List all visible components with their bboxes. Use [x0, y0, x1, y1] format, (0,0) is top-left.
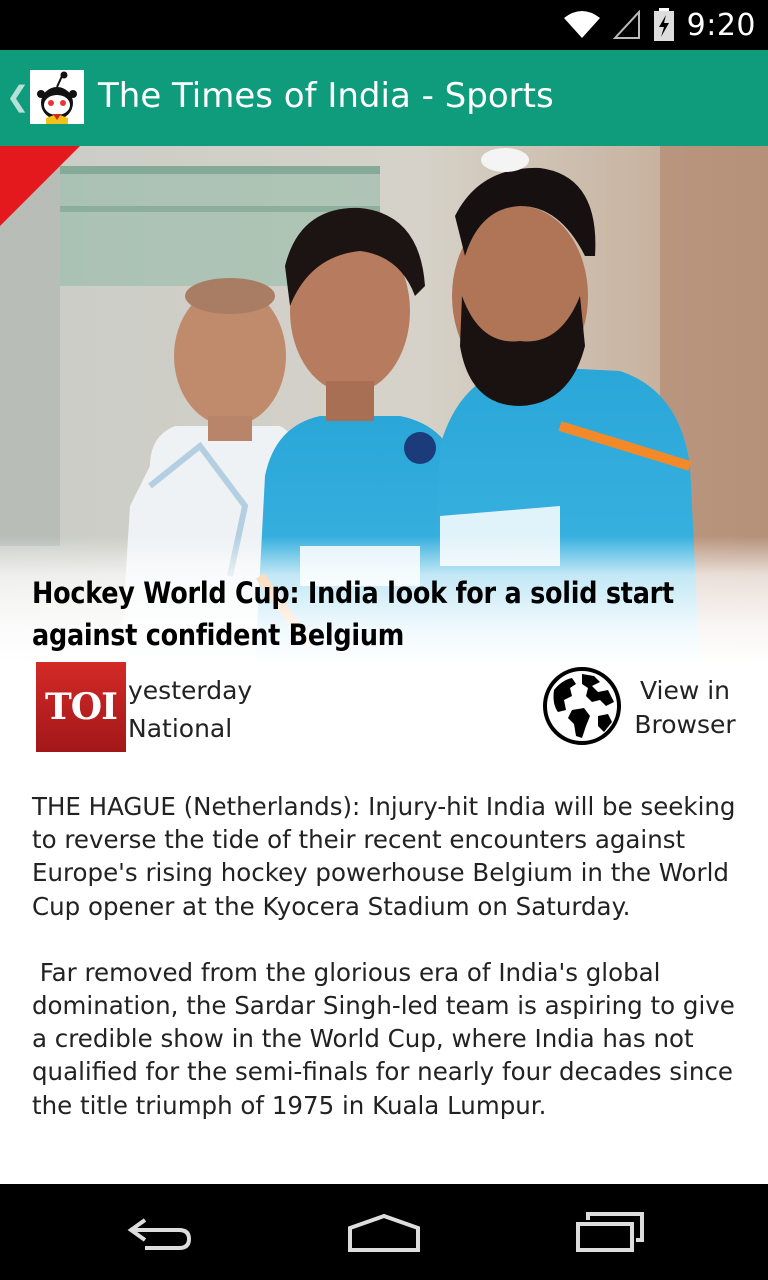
app-logo-icon[interactable] [30, 70, 84, 124]
globe-icon[interactable] [542, 666, 622, 746]
home-nav-icon[interactable] [334, 1202, 434, 1262]
back-nav-icon[interactable] [110, 1202, 210, 1262]
article-paragraph: THE HAGUE (Netherlands): Injury-hit Indi… [32, 792, 736, 921]
article-category: National [128, 714, 233, 743]
source-logo: TOI [36, 662, 126, 752]
article-paragraph: Far removed from the glorious era of Ind… [32, 957, 743, 1120]
view-in-browser-button[interactable]: View in Browser [630, 674, 740, 742]
up-navigation-icon[interactable]: ❮ [6, 80, 29, 113]
publish-time: yesterday [128, 676, 253, 705]
signal-icon [612, 10, 641, 40]
screen-title: The Times of India - Sports [98, 76, 554, 116]
system-navigation-bar [0, 1184, 768, 1280]
recents-nav-icon[interactable] [560, 1202, 660, 1262]
action-bar: ❮ The Times of India - Sports [0, 50, 768, 146]
battery-charging-icon [653, 8, 675, 42]
article-headline: Hockey World Cup: India look for a solid… [32, 576, 674, 652]
corner-ribbon [0, 146, 80, 226]
clock: 9:20 [686, 7, 756, 43]
article-meta: yesterday National [128, 672, 252, 748]
wifi-icon [563, 10, 601, 40]
status-bar: 9:20 [0, 0, 768, 50]
article-body: THE HAGUE (Netherlands): Injury-hit Indi… [32, 790, 744, 1155]
